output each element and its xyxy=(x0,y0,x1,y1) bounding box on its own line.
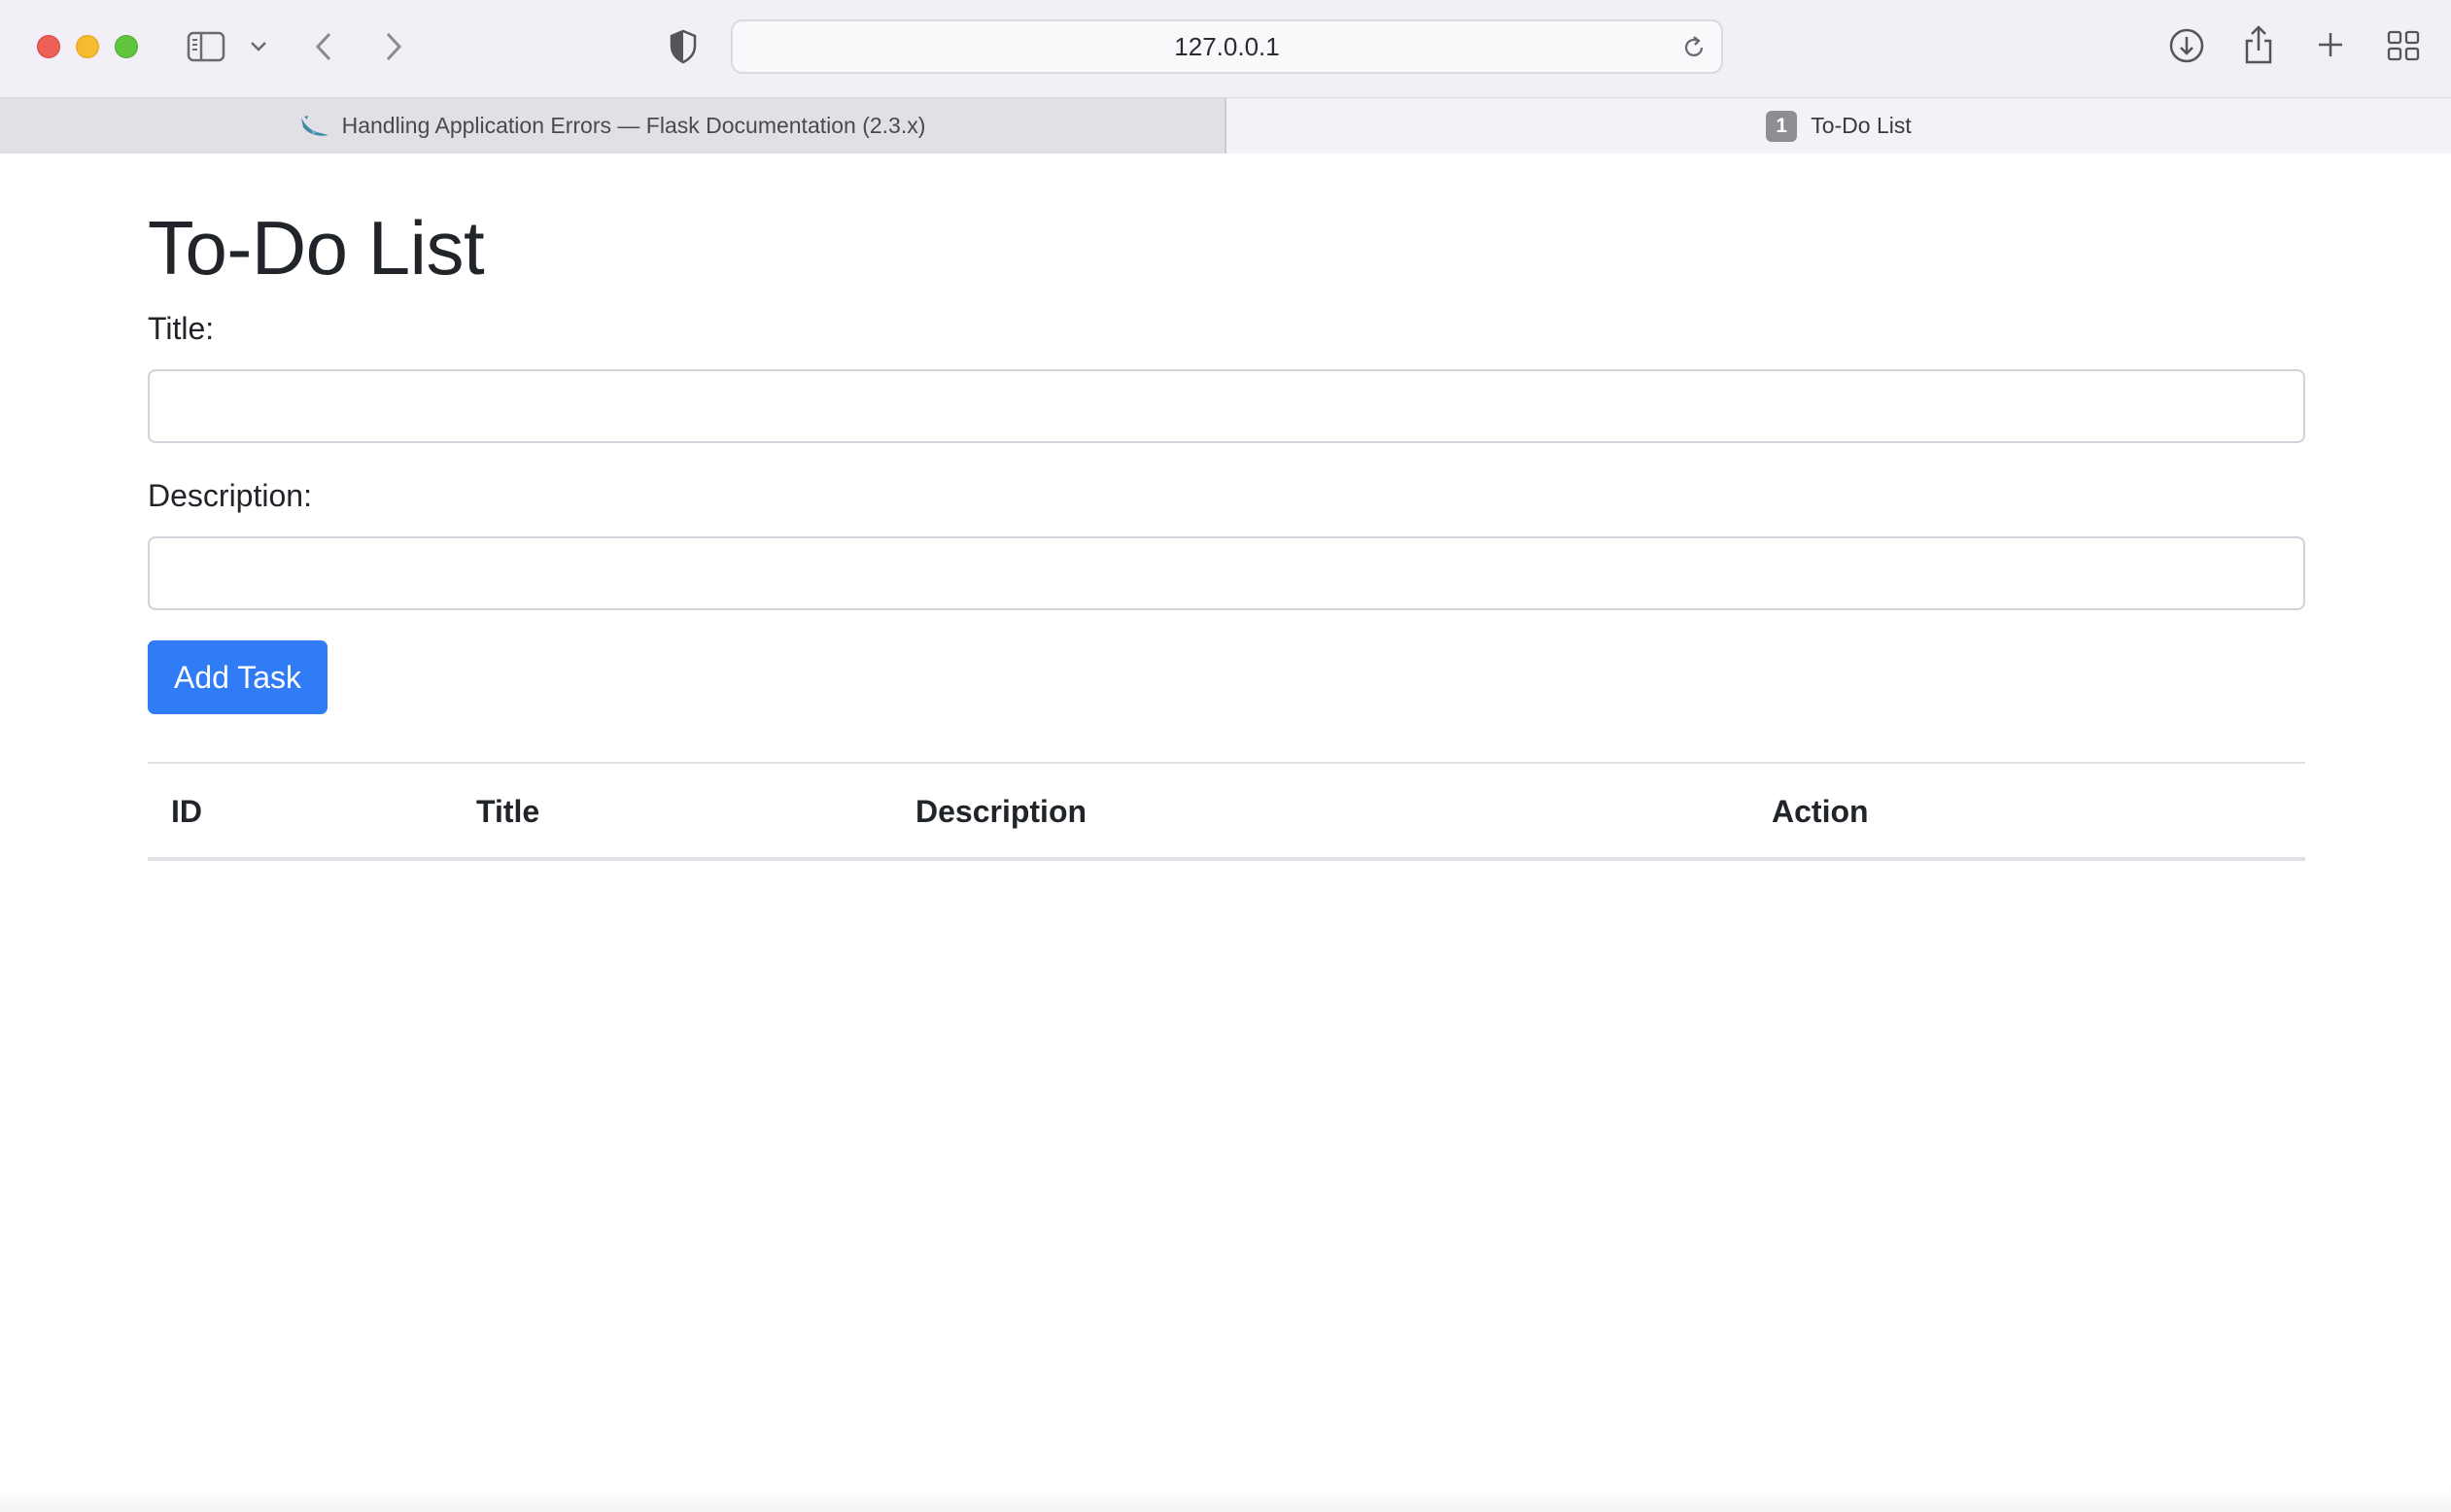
zoom-window-button[interactable] xyxy=(115,35,138,58)
column-header-action: Action xyxy=(1772,793,1869,829)
tab-label: To-Do List xyxy=(1811,113,1912,138)
title-label: Title: xyxy=(148,311,215,346)
tab-badge: 1 xyxy=(1766,110,1798,142)
flask-icon xyxy=(299,114,330,139)
tab-todo-list[interactable]: 1 To-Do List xyxy=(1226,98,2451,154)
column-header-description: Description xyxy=(915,793,1087,829)
plus-icon[interactable] xyxy=(2313,27,2348,62)
add-task-button[interactable]: Add Task xyxy=(148,640,328,714)
page-title: To-Do List xyxy=(148,205,485,291)
share-icon[interactable] xyxy=(2241,23,2276,66)
tab-label: Handling Application Errors — Flask Docu… xyxy=(341,113,926,138)
window-bottom-edge xyxy=(0,1489,2451,1512)
task-table: ID Title Description Action xyxy=(148,762,2305,861)
close-window-button[interactable] xyxy=(37,35,60,58)
column-header-id: ID xyxy=(171,793,202,829)
description-input[interactable] xyxy=(148,536,2305,610)
description-label: Description: xyxy=(148,478,312,513)
forward-icon[interactable] xyxy=(379,27,408,66)
shield-icon[interactable] xyxy=(667,27,700,66)
reload-icon[interactable] xyxy=(1680,34,1708,61)
tab-overview-icon[interactable] xyxy=(2385,27,2422,64)
browser-toolbar: 127.0.0.1 xyxy=(0,0,2451,97)
chevron-down-icon[interactable] xyxy=(247,35,270,58)
sidebar-icon[interactable] xyxy=(185,27,227,66)
minimize-window-button[interactable] xyxy=(76,35,99,58)
column-header-title: Title xyxy=(476,793,540,829)
back-icon[interactable] xyxy=(309,27,338,66)
tab-bar: Handling Application Errors — Flask Docu… xyxy=(0,97,2451,154)
tab-flask-docs[interactable]: Handling Application Errors — Flask Docu… xyxy=(0,98,1226,154)
title-input[interactable] xyxy=(148,369,2305,443)
address-bar[interactable]: 127.0.0.1 xyxy=(731,19,1723,74)
page-content: To-Do List Title: Description: Add Task … xyxy=(0,154,2451,1512)
download-icon[interactable] xyxy=(2167,26,2206,65)
url-text: 127.0.0.1 xyxy=(1174,31,1280,61)
